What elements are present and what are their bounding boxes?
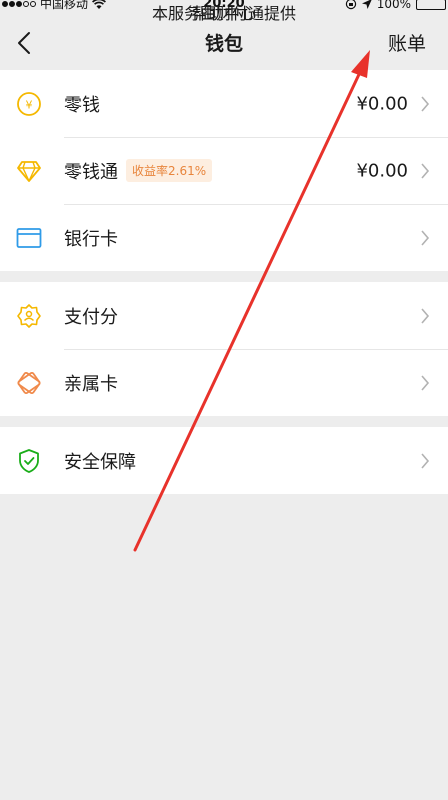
- family-card-icon: [16, 370, 42, 396]
- services-group: 支付分 亲属卡: [0, 282, 448, 416]
- list-item-change-pass[interactable]: 零钱通 收益率2.61% ¥0.00: [0, 137, 448, 204]
- coin-icon: ¥: [16, 91, 42, 117]
- list-item-pay-score[interactable]: 支付分: [0, 282, 448, 349]
- list-item-security[interactable]: 安全保障: [0, 427, 448, 494]
- shield-icon: [16, 448, 42, 474]
- page-title: 钱包: [204, 33, 243, 55]
- bank-card-icon: [16, 225, 42, 251]
- svg-text:¥: ¥: [26, 98, 33, 111]
- list-item-label: 零钱通 收益率2.61%: [64, 158, 213, 184]
- chevron-right-icon: [421, 307, 430, 324]
- bill-button[interactable]: 账单: [388, 29, 426, 56]
- list-item-family-card[interactable]: 亲属卡: [0, 349, 448, 416]
- pay-score-icon: [16, 303, 42, 329]
- list-item-label: 安全保障: [64, 451, 136, 473]
- chevron-right-icon: [421, 229, 430, 246]
- yield-rate-badge: 收益率2.61%: [126, 159, 213, 182]
- list-item-label: 零钱: [64, 94, 100, 116]
- chevron-right-icon: [421, 95, 430, 112]
- balance-value: ¥0.00: [356, 93, 408, 114]
- list-item-label: 亲属卡: [64, 373, 118, 395]
- list-item-bank-card[interactable]: 银行卡: [0, 204, 448, 271]
- diamond-icon: [16, 158, 42, 184]
- list-item-label: 银行卡: [64, 228, 118, 250]
- chevron-right-icon: [421, 162, 430, 179]
- list-item-change[interactable]: ¥ 零钱 ¥0.00: [0, 70, 448, 137]
- balance-value: ¥0.00: [356, 160, 408, 181]
- chevron-right-icon: [421, 452, 430, 469]
- service-provider-text: 本服务由财付通提供: [151, 4, 296, 23]
- wallet-balance-group: ¥ 零钱 ¥0.00 零钱通 收益率2.61% ¥0.00 银行卡: [0, 70, 448, 271]
- list-item-label: 支付分: [64, 306, 118, 328]
- security-group: 安全保障: [0, 427, 448, 494]
- chevron-right-icon: [421, 374, 430, 391]
